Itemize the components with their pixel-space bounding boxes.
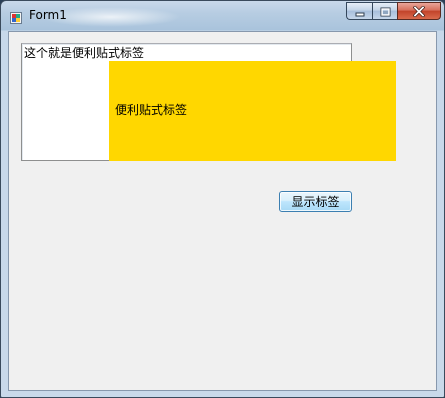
caption-buttons — [346, 2, 441, 20]
window-title: Form1 — [29, 8, 67, 22]
sticky-label-text: 便利贴式标签 — [115, 103, 188, 117]
close-icon — [412, 2, 426, 21]
app-icon — [10, 9, 22, 24]
show-label-button[interactable]: 显示标签 — [279, 191, 352, 212]
form1-window: Form1 这个就是便利贴式标签 便利贴式标签 显示标签 — [0, 0, 445, 398]
sticky-note-label: 便利贴式标签 — [109, 61, 396, 161]
textbox-text: 这个就是便利贴式标签 — [24, 46, 145, 60]
maximize-button[interactable] — [372, 2, 397, 20]
title-bar[interactable]: Form1 — [1, 1, 444, 31]
minimize-icon — [355, 2, 365, 21]
minimize-button[interactable] — [346, 2, 372, 20]
maximize-icon — [380, 2, 391, 21]
close-button[interactable] — [397, 2, 441, 20]
form-client-area: 这个就是便利贴式标签 便利贴式标签 显示标签 — [8, 31, 437, 391]
